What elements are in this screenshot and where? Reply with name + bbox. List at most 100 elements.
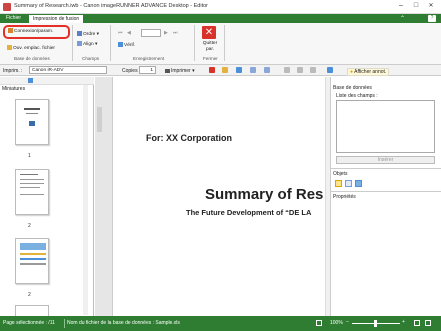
ribbon-tab-bar: Fichier Impression de fusion ⌃ ? xyxy=(0,14,441,23)
close-group-label: Fermer xyxy=(203,56,218,61)
panel-divider xyxy=(331,168,441,169)
close-window-button[interactable]: ✕ xyxy=(424,1,438,11)
insert-button[interactable]: Insérer xyxy=(336,156,435,164)
field-object-icon[interactable] xyxy=(345,180,352,187)
thumb-text-line xyxy=(20,174,38,175)
collapse-ribbon-icon[interactable]: ⌃ xyxy=(400,15,405,22)
document-subtitle: The Future Development of “DE LA xyxy=(186,208,312,217)
for-line: For: XX Corporation xyxy=(146,133,232,143)
first-record-icon[interactable]: ⏮ xyxy=(118,30,124,36)
order-button[interactable]: Ordre ▾ xyxy=(77,31,99,37)
copies-label: Copies xyxy=(122,68,138,74)
thumb-text-line xyxy=(26,113,38,114)
image-object-icon[interactable] xyxy=(355,180,362,187)
status-divider xyxy=(64,319,65,328)
quit-merge-label[interactable]: Quitter par. xyxy=(200,41,220,53)
group-separator xyxy=(72,25,73,61)
align-button[interactable]: Align ▾ xyxy=(77,41,97,47)
thumbnail-panel: Miniatures 1 2 2 xyxy=(0,77,94,316)
help-icon[interactable]: ? xyxy=(428,15,436,22)
properties-panel: Base de données Liste des champs : Insér… xyxy=(330,77,441,316)
title-bar: Summary of Research.iwb - Canon imageRUN… xyxy=(0,0,441,14)
database-panel-title: Base de données xyxy=(333,85,372,91)
thumb-bar xyxy=(20,258,46,260)
verify-label: Vérif. xyxy=(124,42,136,48)
open-file-location-button[interactable]: Ouv. emplac. fichier xyxy=(7,45,55,51)
record-group-label: Enregistrement xyxy=(133,56,165,61)
verify-button[interactable]: Vérif. xyxy=(118,42,135,48)
page-number: 1 xyxy=(28,153,31,159)
show-annotations-label: Afficher annot. xyxy=(354,69,387,75)
thumbnail-scrollbar[interactable] xyxy=(83,85,88,315)
page-thumbnail[interactable] xyxy=(15,169,49,215)
thumbnail-panel-header xyxy=(0,77,94,85)
paste-icon[interactable] xyxy=(310,67,316,73)
status-bar: Page sélectionnée : /11 Nom du fichier d… xyxy=(0,316,441,331)
field-list[interactable] xyxy=(336,100,435,153)
page-thumbnail[interactable] xyxy=(15,305,49,316)
printer-select[interactable]: Canon iR-ADV xyxy=(29,66,107,74)
folder-icon xyxy=(7,45,12,50)
fit-width-icon[interactable] xyxy=(414,320,420,326)
align-label: Align xyxy=(83,41,94,47)
page-thumbnail[interactable] xyxy=(15,238,49,284)
page-selected-status: Page sélectionnée : /11 xyxy=(3,320,55,326)
tab-merge-print[interactable]: Impression de fusion xyxy=(28,14,85,23)
thumb-image xyxy=(20,243,46,250)
full-screen-icon[interactable] xyxy=(425,320,431,326)
printer-icon xyxy=(165,68,170,73)
open-folder-icon[interactable] xyxy=(222,67,228,73)
database-file-status: Nom du fichier de la base de données : S… xyxy=(67,320,180,326)
verify-icon xyxy=(118,42,123,47)
zoom-in-icon[interactable]: + xyxy=(402,319,405,325)
callout-highlight xyxy=(3,25,70,39)
next-record-icon[interactable]: ▶ xyxy=(164,30,168,36)
thumb-bar xyxy=(20,253,46,255)
minimize-button[interactable]: – xyxy=(394,1,408,11)
panel-divider xyxy=(331,191,441,192)
align-icon xyxy=(77,41,82,46)
maximize-button[interactable]: □ xyxy=(409,1,423,11)
settings-dropdown-icon[interactable] xyxy=(327,67,333,73)
app-icon xyxy=(3,3,11,11)
zoom-level: 100% xyxy=(330,320,343,326)
canvas-scroll-thumb[interactable] xyxy=(97,107,102,132)
properties-title: Propriétés xyxy=(333,194,356,200)
thumbnail-panel-title: Miniatures xyxy=(2,86,26,92)
copies-input[interactable]: 1 xyxy=(139,66,156,74)
thumb-text-line xyxy=(20,194,44,195)
copy-icon[interactable] xyxy=(297,67,303,73)
print-button-label: Imprimer xyxy=(171,68,191,74)
order-icon xyxy=(77,31,82,36)
thumb-text-line xyxy=(24,108,40,110)
last-record-icon[interactable]: ⏭ xyxy=(173,30,178,36)
print-button[interactable]: Imprimer ▾ xyxy=(165,68,195,74)
thumbnail-options-icon[interactable] xyxy=(28,78,33,83)
text-object-icon[interactable] xyxy=(335,180,342,187)
document-canvas[interactable]: For: XX Corporation Summary of Res The F… xyxy=(95,77,325,316)
page-number: 2 xyxy=(28,223,31,229)
zoom-slider-thumb[interactable] xyxy=(374,320,377,327)
undo-icon[interactable] xyxy=(250,67,256,73)
thumb-text-line xyxy=(20,183,44,184)
prev-record-icon[interactable]: ◀ xyxy=(127,30,133,36)
redo-icon[interactable] xyxy=(264,67,270,73)
document-page[interactable]: For: XX Corporation Summary of Res The F… xyxy=(112,77,325,316)
group-separator xyxy=(224,25,225,61)
cut-icon[interactable] xyxy=(284,67,290,73)
quit-merge-icon[interactable]: ✕ xyxy=(202,26,216,39)
fit-page-icon[interactable] xyxy=(316,320,322,326)
thumb-text-line xyxy=(20,187,40,188)
pdf-icon[interactable] xyxy=(209,67,215,73)
tab-file[interactable]: Fichier xyxy=(2,14,25,23)
fields-group-label: Champs xyxy=(82,56,100,61)
record-number-input[interactable] xyxy=(141,29,161,37)
save-icon[interactable] xyxy=(236,67,242,73)
window-title: Summary of Research.iwb - Canon imageRUN… xyxy=(14,3,208,9)
show-annotations-button[interactable]: ● Afficher annot. xyxy=(347,68,390,76)
zoom-out-icon[interactable]: − xyxy=(346,319,349,325)
open-file-location-label: Ouv. emplac. fichier xyxy=(13,45,56,51)
page-thumbnail[interactable] xyxy=(15,99,49,145)
page-number: 2 xyxy=(28,292,31,298)
field-list-label: Liste des champs : xyxy=(336,93,378,99)
